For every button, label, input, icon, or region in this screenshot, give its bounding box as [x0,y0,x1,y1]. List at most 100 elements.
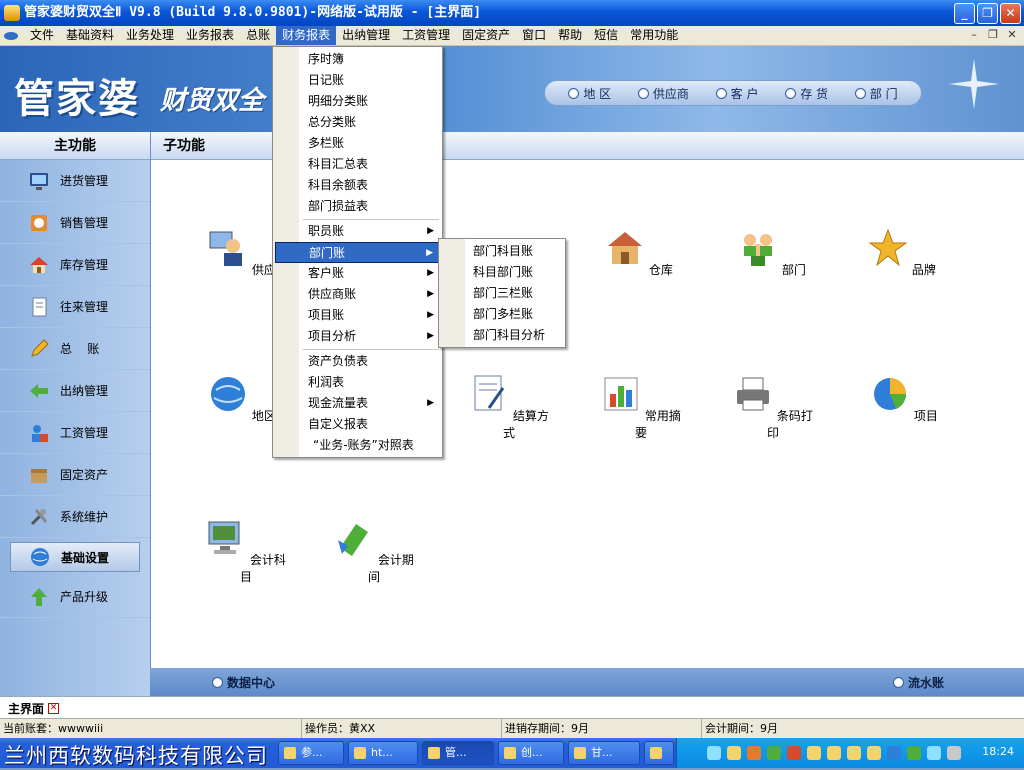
quicknav-department[interactable]: 部 门 [854,85,898,102]
sidebar-item-system-maintenance[interactable]: 系统维护 [0,496,150,538]
financial-reports-dropdown: 序时簿 日记账 明细分类账 总分类账 多栏账 科目汇总表 科目余额表 部门损益表… [272,46,443,458]
sidebar-item-label: 销售管理 [60,216,109,230]
taskbar-task-5[interactable]: 甘... [568,741,640,765]
menu-item-income-statement[interactable]: 利润表 [275,372,440,393]
quicknav-supplier[interactable]: 供应商 [637,85,689,102]
menu-item-employee-account[interactable]: 职员账 ▶ [275,221,440,242]
func-accounting-period[interactable]: 会计期间 [329,518,419,585]
tray-qq-icon[interactable] [807,746,821,760]
menu-business-reports[interactable]: 业务报表 [180,26,240,45]
tray-network-icon[interactable] [707,746,721,760]
menu-item-customer-account[interactable]: 客户账 ▶ [275,263,440,284]
sidebar-item-payroll[interactable]: 工资管理 [0,412,150,454]
quicknav-customer[interactable]: 客 户 [715,85,759,102]
menu-item-department-pnl[interactable]: 部门损益表 [275,196,440,217]
submenu-item-dept-three-column[interactable]: 部门三栏账 [441,283,563,304]
sidebar-item-fixed-assets[interactable]: 固定资产 [0,454,150,496]
menu-general-ledger[interactable]: 总账 [240,26,276,45]
mdi-restore-button[interactable]: ❐ [985,28,1001,42]
func-project[interactable]: 项目 [859,374,949,424]
tray-app-icon[interactable] [767,746,781,760]
quicknav-inventory[interactable]: 存 货 [785,85,828,102]
tray-app-icon[interactable] [747,746,761,760]
menu-window[interactable]: 窗口 [516,26,552,45]
func-accounting-subject[interactable]: 会计科目 [201,518,291,585]
menu-file[interactable]: 文件 [24,26,60,45]
func-department[interactable]: 部门 [727,228,817,278]
menu-item-multi-column-ledger[interactable]: 多栏账 [275,133,440,154]
tray-app-icon[interactable] [907,746,921,760]
tray-qq-icon[interactable] [867,746,881,760]
menu-item-supplier-account[interactable]: 供应商账 ▶ [275,284,440,305]
taskbar-task-4[interactable]: 创... [498,741,564,765]
menu-item-journal[interactable]: 日记账 [275,70,440,91]
func-settlement-method[interactable]: 结算方式 [464,374,554,441]
menu-item-custom-report[interactable]: 自定义报表 [275,414,440,435]
menu-cashier[interactable]: 出纳管理 [336,26,396,45]
minimize-button[interactable]: _ [954,3,975,24]
sidebar-item-purchase[interactable]: 进货管理 [0,160,150,202]
sidebar-item-cashier[interactable]: 出纳管理 [0,370,150,412]
menu-financial-reports[interactable]: 财务报表 [276,26,337,45]
tray-network-icon[interactable] [927,746,941,760]
menu-item-project-analysis[interactable]: 项目分析 ▶ [275,326,440,347]
menu-fixed-assets[interactable]: 固定资产 [456,26,516,45]
submenu-item-subject-dept-account[interactable]: 科目部门账 [441,262,563,283]
menu-payroll[interactable]: 工资管理 [396,26,456,45]
func-common-summary[interactable]: 常用摘要 [596,374,686,441]
menu-item-subject-summary[interactable]: 科目汇总表 [275,154,440,175]
submenu-item-dept-subject-analysis[interactable]: 部门科目分析 [441,325,563,346]
taskbar-task-2[interactable]: ht... [348,741,418,765]
journal-button[interactable]: 流水账 [892,674,944,691]
func-warehouse[interactable]: 仓库 [594,228,684,278]
tray-shield-icon[interactable] [887,746,901,760]
main-footer: 数据中心 流水账 [150,668,1024,696]
tray-qq-icon[interactable] [847,746,861,760]
sidebar-item-sales[interactable]: 销售管理 [0,202,150,244]
sidebar-item-inventory[interactable]: 库存管理 [0,244,150,286]
submenu-arrow-icon: ▶ [427,310,434,320]
app-menu-icon[interactable] [4,31,18,40]
taskbar-task-6[interactable] [644,741,674,765]
data-center-button[interactable]: 数据中心 [212,674,275,691]
quicknav-region[interactable]: 地 区 [568,85,611,102]
menu-separator [303,219,439,220]
submenu-item-dept-subject-account[interactable]: 部门科目账 [441,241,563,262]
menu-common-functions[interactable]: 常用功能 [624,26,684,45]
close-button[interactable]: ✕ [1000,3,1021,24]
submenu-item-dept-multi-column[interactable]: 部门多栏账 [441,304,563,325]
mdi-close-button[interactable]: ✕ [1004,28,1020,42]
func-barcode-print[interactable]: 条码打印 [728,374,818,441]
taskbar-clock[interactable]: 18:24 [982,745,1014,758]
menu-business[interactable]: 业务处理 [120,26,180,45]
close-tab-icon[interactable]: ✕ [48,702,60,714]
menu-item-subject-balance[interactable]: 科目余额表 [275,175,440,196]
sidebar-item-general-ledger[interactable]: 总 账 [0,328,150,370]
tab-main[interactable]: 主界面 ✕ [2,699,65,717]
sidebar-item-accounts[interactable]: 往来管理 [0,286,150,328]
tray-qq-icon[interactable] [727,746,741,760]
submenu-arrow-icon: ▶ [427,289,434,299]
taskbar-task-1[interactable]: 参... [278,741,344,765]
menu-item-general-ledger[interactable]: 总分类账 [275,112,440,133]
menu-item-sequence-book[interactable]: 序时簿 [275,49,440,70]
sidebar-item-product-upgrade[interactable]: 产品升级 [0,576,150,618]
menu-item-balance-sheet[interactable]: 资产负债表 [275,351,440,372]
menu-basic-data[interactable]: 基础资料 [60,26,120,45]
sidebar-item-label: 往来管理 [60,300,109,314]
menu-item-detail-ledger[interactable]: 明细分类账 [275,91,440,112]
tray-volume-icon[interactable] [947,746,961,760]
tray-app-icon[interactable] [787,746,801,760]
menu-item-department-account[interactable]: 部门账 ▶ [275,242,440,263]
taskbar-task-3[interactable]: 管... [422,741,494,765]
func-brand[interactable]: 品牌 [857,228,947,278]
restore-button[interactable]: ❐ [977,3,998,24]
menu-sms[interactable]: 短信 [588,26,624,45]
tray-qq-icon[interactable] [827,746,841,760]
mdi-minimize-button[interactable]: – [966,28,982,42]
menu-item-project-account[interactable]: 项目账 ▶ [275,305,440,326]
menu-item-business-accounting-mapping[interactable]: “业务-账务”对照表 [275,435,440,456]
menu-item-cash-flow[interactable]: 现金流量表 ▶ [275,393,440,414]
menu-help[interactable]: 帮助 [552,26,588,45]
sidebar-item-basic-settings[interactable]: 基础设置 [10,542,140,572]
